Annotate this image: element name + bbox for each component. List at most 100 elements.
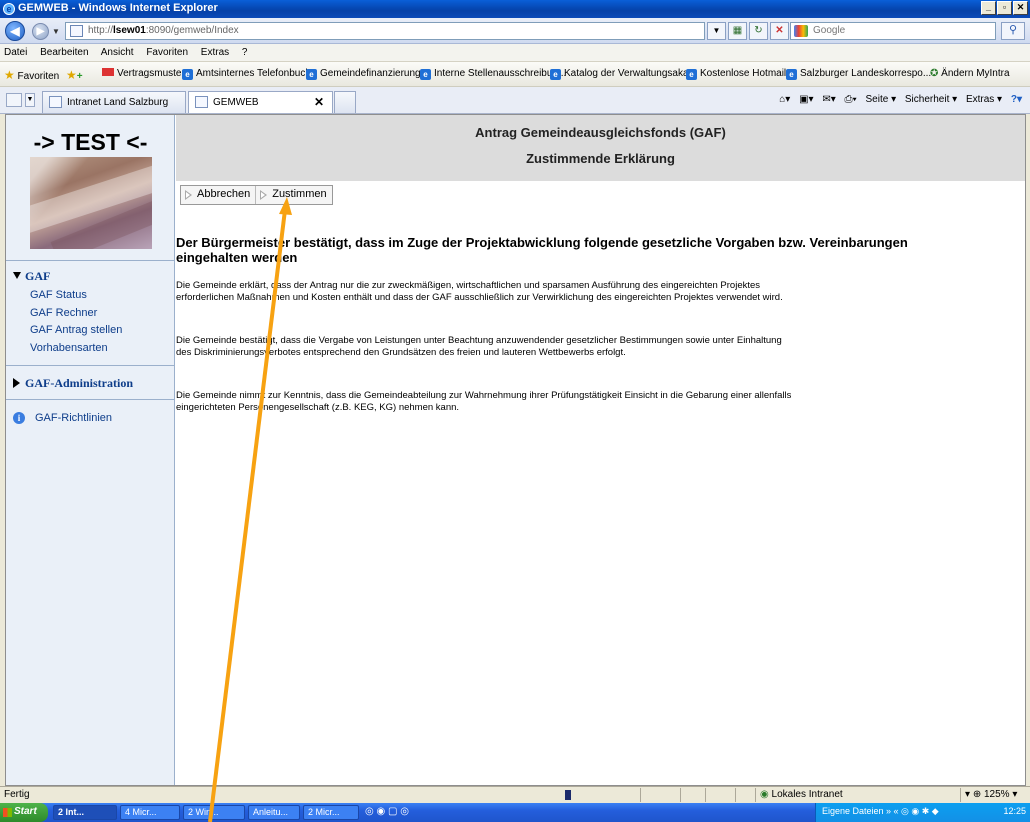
taskbar-item-office-2[interactable]: 2 Micr...	[303, 805, 359, 820]
address-toolbar: ◀ ▶ ▼ http://lsew01:8090/gemweb/Index ▼ …	[0, 18, 1030, 44]
sidebar-section-gaf-admin[interactable]: GAF-Administration	[13, 376, 133, 391]
close-button[interactable]: ✕	[1013, 1, 1028, 15]
sidebar-item-gaf-richtlinien[interactable]: i GAF-Richtlinien	[13, 412, 112, 424]
declaration-paragraph-2: Die Gemeinde bestätigt, dass die Vergabe…	[176, 335, 782, 358]
progress-icon	[565, 790, 571, 800]
close-tab-icon[interactable]: ✕	[314, 95, 324, 109]
window-controls: _ ▫ ✕	[981, 1, 1028, 15]
address-input[interactable]: http://lsew01:8090/gemweb/Index	[65, 22, 705, 40]
quick-launch-icons[interactable]: ◎ ◉ ▢ ◎	[365, 806, 409, 817]
test-logo-text: -> TEST <-	[33, 129, 148, 155]
fav-item-katalog[interactable]: e Katalog der Verwaltungsaka...	[550, 68, 697, 80]
new-tab-button[interactable]	[334, 91, 356, 113]
google-icon	[794, 25, 808, 37]
play-icon	[185, 190, 192, 200]
search-icon[interactable]: ⚲	[1001, 22, 1025, 40]
home-icon[interactable]: ⌂▾	[779, 94, 790, 105]
command-sicherheit[interactable]: Sicherheit ▾	[905, 94, 957, 105]
taskbar-item-office[interactable]: 4 Micr...	[120, 805, 180, 820]
quick-tabs-icon[interactable]	[6, 93, 22, 107]
declaration-heading: Der Bürgermeister bestätigt, dass im Zug…	[176, 235, 908, 265]
search-input[interactable]: Google	[790, 22, 996, 40]
tab-gemweb[interactable]: GEMWEB ✕	[188, 91, 333, 113]
clock: 12:25	[1003, 806, 1026, 816]
start-button[interactable]: Start	[0, 803, 48, 822]
url-host: lsew01	[113, 25, 146, 36]
info-icon: i	[13, 412, 25, 424]
zoom-control[interactable]: ▾ ⊕ 125% ▾	[960, 788, 1030, 802]
command-extras[interactable]: Extras ▾	[966, 94, 1002, 105]
print-icon[interactable]: ⎙▾	[845, 94, 857, 105]
declaration-paragraph-1: Die Gemeinde erklärt, dass der Antrag nu…	[176, 280, 783, 303]
tab-bar: ▼ Intranet Land Salzburg GEMWEB ✕ ⌂▾ ▣▾ …	[0, 87, 1030, 114]
compatibility-icon[interactable]: ▦	[728, 22, 747, 40]
add-favorite-icon[interactable]: ★+	[66, 68, 83, 82]
sidebar-item-gaf-antrag[interactable]: GAF Antrag stellen	[30, 324, 122, 336]
forward-button[interactable]: ▶	[32, 23, 49, 40]
play-icon	[260, 190, 268, 200]
status-divider	[640, 788, 641, 802]
fav-item-gemeindefinanzierung[interactable]: e Gemeindefinanzierung	[306, 68, 421, 80]
minimize-button[interactable]: _	[981, 1, 996, 15]
address-dropdown-icon[interactable]: ▼	[707, 22, 726, 40]
zone-indicator: ◉ Lokales Intranet	[755, 788, 955, 802]
tab-page-icon	[49, 96, 62, 108]
tab-intranet[interactable]: Intranet Land Salzburg	[42, 91, 186, 113]
maximize-button[interactable]: ▫	[997, 1, 1012, 15]
cancel-button[interactable]: Abbrechen	[181, 186, 257, 204]
declaration-paragraph-3: Die Gemeinde nimmt zur Kenntnis, dass di…	[176, 390, 792, 413]
fav-item-myintra[interactable]: ✪ Ändern MyIntra	[930, 68, 1010, 79]
taskbar-item-anleitung[interactable]: Anleitu...	[248, 805, 300, 820]
fav-item-hotmail[interactable]: e Kostenlose Hotmail	[686, 68, 786, 80]
feeds-icon[interactable]: ▣▾	[799, 94, 813, 105]
help-icon[interactable]: ?▾	[1011, 94, 1022, 105]
page-content: -> TEST <- GAF GAF Status GAF Rechner GA…	[5, 114, 1026, 786]
status-text: Fertig	[4, 789, 30, 800]
page-subtitle: Zustimmende Erklärung	[526, 151, 675, 166]
status-divider	[680, 788, 681, 802]
agree-button[interactable]: Zustimmen	[256, 186, 332, 204]
menu-ansicht[interactable]: Ansicht	[101, 47, 134, 58]
menu-bearbeiten[interactable]: Bearbeiten	[40, 47, 88, 58]
search-placeholder: Google	[813, 25, 846, 36]
menu-help[interactable]: ?	[242, 47, 248, 58]
command-bar: ⌂▾ ▣▾ ✉▾ ⎙▾ Seite ▾ Sicherheit ▾ Extras …	[773, 94, 1022, 105]
sidebar-section-gaf[interactable]: GAF	[13, 269, 50, 284]
refresh-icon[interactable]: ↻	[749, 22, 768, 40]
menu-datei[interactable]: Datei	[4, 47, 27, 58]
expand-right-icon	[13, 378, 20, 388]
page-icon	[70, 25, 83, 37]
fav-item-vertragsmuster[interactable]: Vertragsmuster	[102, 68, 185, 79]
window-title: GEMWEB - Windows Internet Explorer	[18, 2, 218, 14]
fav-item-telefonbuch[interactable]: e Amtsinternes Telefonbuch	[182, 68, 311, 80]
status-bar: Fertig ◉ Lokales Intranet ▾ ⊕ 125% ▾	[0, 786, 1030, 803]
sidebar-divider	[6, 365, 175, 366]
menu-favoriten[interactable]: Favoriten	[146, 47, 188, 58]
command-seite[interactable]: Seite ▾	[866, 94, 897, 105]
favorites-bar: ★ Favoriten ★+ Vertragsmuster e Amtsinter…	[0, 62, 1030, 87]
back-button[interactable]: ◀	[5, 21, 25, 41]
sidebar-item-vorhabensarten[interactable]: Vorhabensarten	[30, 342, 108, 354]
intranet-zone-icon: ◉	[760, 789, 769, 800]
url-rest: :8090/gemweb/Index	[145, 25, 239, 36]
fav-item-landeskorrespondenz[interactable]: e Salzburger Landeskorrespo...	[786, 68, 931, 80]
sidebar-divider	[6, 260, 175, 261]
tab-list-dropdown-icon[interactable]: ▼	[25, 93, 35, 107]
taskbar: Start 2 Int... 4 Micr... 2 Win... Anleit…	[0, 803, 1030, 822]
taskbar-item-explorer[interactable]: 2 Win...	[183, 805, 245, 820]
action-toolbar: Abbrechen Zustimmen	[180, 185, 333, 205]
favorites-button[interactable]: ★ Favoriten	[4, 68, 59, 82]
sidebar-item-gaf-rechner[interactable]: GAF Rechner	[30, 307, 97, 319]
mail-icon[interactable]: ✉▾	[822, 94, 835, 105]
taskbar-item-ie[interactable]: 2 Int...	[53, 805, 117, 820]
system-tray: Eigene Dateien » « ◎ ◉ ✱ ◆ 12:25	[815, 803, 1030, 822]
expand-down-icon	[13, 272, 21, 279]
sidebar-divider	[6, 399, 175, 400]
history-dropdown-icon[interactable]: ▼	[52, 27, 60, 36]
stop-icon[interactable]: ✕	[770, 22, 789, 40]
fav-item-stellenausschreibung[interactable]: e Interne Stellenausschreibun...	[420, 68, 566, 80]
status-divider	[705, 788, 706, 802]
sidebar-item-gaf-status[interactable]: GAF Status	[30, 289, 87, 301]
menu-extras[interactable]: Extras	[201, 47, 229, 58]
page-header: Antrag Gemeindeausgleichsfonds (GAF) Zus…	[176, 115, 1025, 181]
